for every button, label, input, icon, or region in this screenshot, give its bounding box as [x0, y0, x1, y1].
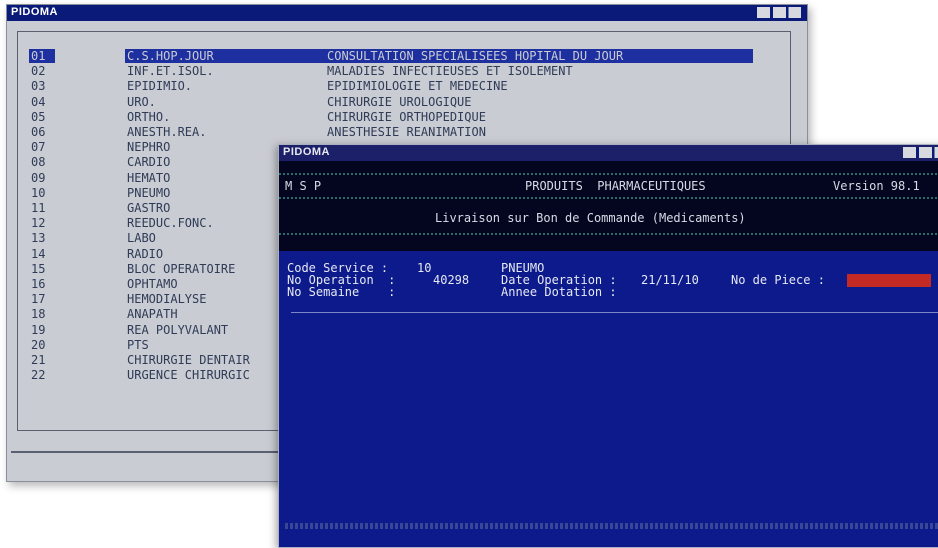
list-item-num: 06 [31, 125, 46, 139]
list-item-abbr: EPIDIMIO. [127, 79, 193, 93]
list-item-abbr: C.S.HOP.JOUR [127, 49, 214, 63]
status-bar [285, 523, 938, 529]
list-item-num: 16 [31, 277, 46, 291]
list-item-desc: CONSULTATION SPECIALISEES HOPITAL DU JOU… [327, 49, 624, 63]
list-item-abbr: LABO [127, 231, 156, 245]
window-controls-icon[interactable] [903, 147, 938, 158]
form-fields-area: Code Service : 10 PNEUMO No Operation : … [279, 251, 938, 313]
list-item-abbr: URO. [127, 95, 156, 109]
header-bottom-border [279, 233, 938, 235]
list-item-desc: EPIDIMIOLOGIE ET MEDECINE [327, 79, 508, 93]
list-item-abbr: ANESTH.REA. [127, 125, 207, 139]
app-version: Version 98.1 [833, 179, 920, 193]
list-item-abbr: PTS [127, 338, 149, 352]
list-item-num: 10 [31, 186, 46, 200]
service-list-titlebar: PIDOMA [7, 5, 807, 21]
list-item-num: 03 [31, 79, 46, 93]
list-item[interactable]: 02 INF.ET.ISOL. MALADIES INFECTIEUSES ET I… [31, 64, 753, 78]
header-mid-border [279, 197, 938, 199]
form-separator [291, 312, 938, 313]
list-item-abbr: BLOC OPERATOIRE [127, 262, 236, 276]
list-item-abbr: URGENCE CHIRURGIC [127, 368, 250, 382]
no-semaine-label: No Semaine : [287, 285, 396, 299]
list-item-num: 22 [31, 368, 46, 382]
list-item-num: 09 [31, 171, 46, 185]
list-item-desc: CHIRURGIE UROLOGIQUE [327, 95, 472, 109]
list-item-abbr: PNEUMO [127, 186, 171, 200]
list-item-abbr: ORTHO. [127, 110, 171, 124]
list-item-num: 18 [31, 307, 46, 321]
app-name: PRODUITS PHARMACEUTIQUES [525, 179, 706, 193]
no-piece-label: No de Piece : [731, 273, 825, 287]
list-item-num: 05 [31, 110, 46, 124]
list-item-abbr: REA POLYVALANT [127, 323, 229, 337]
list-item-abbr: GASTRO [127, 201, 171, 215]
list-item-num: 20 [31, 338, 46, 352]
list-item-abbr: OPHTAMO [127, 277, 178, 291]
window-controls-icon[interactable] [757, 7, 801, 18]
list-item[interactable]: 01 C.S.HOP.JOUR CONSULTATION SPECIALISEES … [31, 49, 753, 63]
no-piece-input[interactable] [847, 274, 931, 287]
no-operation-value[interactable]: 40298 [433, 273, 469, 287]
header-top-border [279, 173, 938, 175]
list-item-abbr: CARDIO [127, 155, 171, 169]
list-item[interactable]: 04 URO. CHIRURGIE UROLOGIQUE [31, 95, 753, 109]
list-item-num: 17 [31, 292, 46, 306]
list-item-desc: MALADIES INFECTIEUSES ET ISOLEMENT [327, 64, 573, 78]
list-item-abbr: HEMATO [127, 171, 171, 185]
list-item-num: 21 [31, 353, 46, 367]
list-item[interactable]: 05 ORTHO. CHIRURGIE ORTHOPEDIQUE [31, 110, 753, 124]
list-item-desc: ANESTHESIE REANIMATION [327, 125, 486, 139]
delivery-form-title: PIDOMA [283, 146, 330, 158]
list-item-num: 19 [31, 323, 46, 337]
list-item-abbr: RADIO [127, 247, 164, 261]
list-item-num: 14 [31, 247, 46, 261]
list-item[interactable]: 06 ANESTH.REA. ANESTHESIE REANIMATION [31, 125, 753, 139]
list-item-num: 11 [31, 201, 46, 215]
list-item-num: 12 [31, 216, 46, 230]
list-item-num: 13 [31, 231, 46, 245]
app-header: M S P PRODUITS PHARMACEUTIQUES Version 9… [279, 161, 938, 251]
list-item-abbr: ANAPATH [127, 307, 178, 321]
list-item-abbr: HEMODIALYSE [127, 292, 207, 306]
annee-dotation-label: Annee Dotation : [501, 285, 617, 299]
screen-subtitle: Livraison sur Bon de Commande (Medicamen… [435, 211, 746, 225]
list-item-num: 02 [31, 64, 46, 78]
list-item-abbr: INF.ET.ISOL. [127, 64, 214, 78]
list-item[interactable]: 03 EPIDIMIO. EPIDIMIOLOGIE ET MEDECINE [31, 79, 753, 93]
list-item-abbr: CHIRURGIE DENTAIR [127, 353, 250, 367]
date-operation-value[interactable]: 21/11/10 [641, 273, 699, 287]
service-list-title: PIDOMA [11, 6, 58, 18]
code-service-value[interactable]: 10 [417, 261, 431, 275]
org-label: M S P [285, 179, 322, 193]
list-item-num: 04 [31, 95, 46, 109]
list-item-num: 08 [31, 155, 46, 169]
delivery-form-window: PIDOMA M S P PRODUITS PHARMACEUTIQUES Ve… [278, 144, 938, 548]
list-item-num: 07 [31, 140, 46, 154]
list-item-num: 01 [31, 49, 46, 63]
delivery-form-titlebar: PIDOMA [279, 145, 938, 161]
list-item-abbr: REEDUC.FONC. [127, 216, 214, 230]
list-item-abbr: NEPHRO [127, 140, 171, 154]
list-item-desc: CHIRURGIE ORTHOPEDIQUE [327, 110, 486, 124]
list-item-num: 15 [31, 262, 46, 276]
